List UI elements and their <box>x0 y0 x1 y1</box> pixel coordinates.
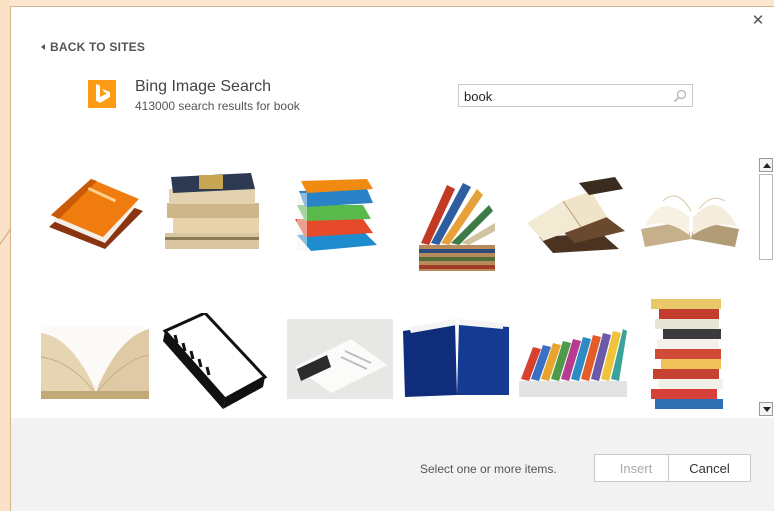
image-result[interactable] <box>647 299 729 413</box>
image-result[interactable] <box>43 171 143 259</box>
image-result[interactable] <box>159 167 267 259</box>
search-input[interactable] <box>464 88 664 104</box>
scroll-up-button[interactable] <box>759 158 773 172</box>
selection-status: Select one or more items. <box>420 462 557 476</box>
back-to-sites-link[interactable]: BACK TO SITES <box>41 40 145 54</box>
insert-pictures-dialog: ✕ BACK TO SITES Bing Image Search 413000… <box>11 7 774 511</box>
triangle-down-icon <box>763 407 771 412</box>
back-to-sites-label: BACK TO SITES <box>50 40 146 54</box>
chevron-left-icon <box>41 44 45 50</box>
cancel-button[interactable]: Cancel <box>668 454 751 482</box>
search-icon[interactable] <box>672 88 688 104</box>
image-result[interactable] <box>403 317 511 397</box>
image-result[interactable] <box>291 179 381 261</box>
image-result[interactable] <box>639 187 743 249</box>
window-frame-left <box>0 0 10 511</box>
insert-button[interactable]: Insert <box>594 454 678 482</box>
image-result[interactable] <box>287 319 393 399</box>
image-results-grid <box>39 157 739 419</box>
image-result[interactable] <box>519 177 627 253</box>
search-box[interactable] <box>458 84 693 107</box>
image-result[interactable] <box>41 327 149 399</box>
image-result[interactable] <box>417 175 497 273</box>
image-result[interactable] <box>161 313 267 409</box>
scroll-down-button[interactable] <box>759 402 773 416</box>
results-scrollbar[interactable] <box>759 158 774 420</box>
image-result[interactable] <box>519 329 627 397</box>
results-count: 413000 search results for book <box>135 99 300 113</box>
triangle-up-icon <box>763 163 771 168</box>
bing-logo-icon <box>88 80 116 108</box>
scrollbar-thumb[interactable] <box>759 174 773 260</box>
close-icon[interactable]: ✕ <box>750 13 766 29</box>
provider-title: Bing Image Search <box>135 78 272 95</box>
